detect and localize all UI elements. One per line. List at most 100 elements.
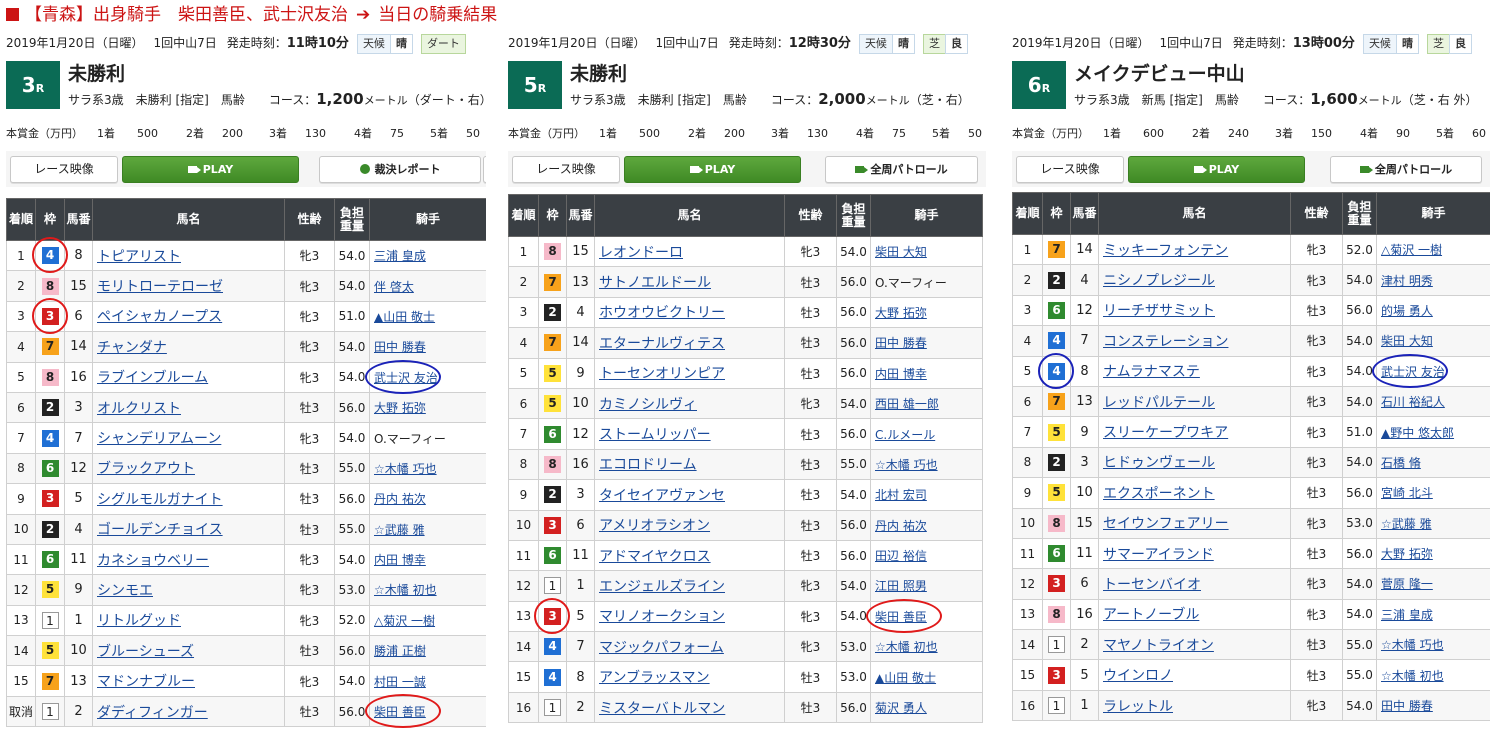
jockey-link[interactable]: 田中 勝春 [374,340,426,354]
horse-name-link[interactable]: マリノオークション [599,609,725,625]
horse-name-link[interactable]: ダディフィンガー [97,705,208,721]
horse-name-link[interactable]: マドンナブルー [97,674,195,690]
jockey-link[interactable]: 内田 博幸 [875,367,927,381]
play-button[interactable]: PLAY [122,156,299,183]
horse-name-link[interactable]: トーセンオリンピア [599,366,725,382]
jockey-link[interactable]: ▲野中 悠太郎 [1381,426,1454,440]
horse-name-link[interactable]: ナムラナマステ [1103,364,1200,380]
jockey-link[interactable]: 丹内 祐次 [875,519,927,533]
horse-name-link[interactable]: シンモエ [97,583,153,599]
jockey-link[interactable]: 柴田 善臣 [374,705,426,719]
jockey-link[interactable]: 宮崎 北斗 [1381,486,1433,500]
horse-name-link[interactable]: エコロドリーム [599,457,697,473]
horse-name-link[interactable]: ペイシャカノープス [97,309,222,325]
horse-name-link[interactable]: コンステレーション [1103,334,1228,350]
jockey-link[interactable]: 的場 勇人 [1381,304,1433,318]
horse-name-link[interactable]: トーセンバイオ [1103,577,1201,593]
horse-name-link[interactable]: タイセイアヴァンセ [599,488,725,504]
jockey-link[interactable]: ☆武藤 雅 [1381,517,1432,531]
jockey-link[interactable]: 田辺 裕信 [875,549,927,563]
jockey-link[interactable]: ▲山田 敬士 [374,310,435,324]
jockey-link[interactable]: ☆木幡 巧也 [374,462,437,476]
stewards-report-button[interactable]: 裁決レポート [319,156,481,183]
jockey-link[interactable]: 三浦 皇成 [374,249,426,263]
horse-name-link[interactable]: アートノーブル [1103,607,1199,623]
play-button[interactable]: PLAY [1128,156,1305,183]
jockey-link[interactable]: ☆木幡 初也 [875,640,938,654]
jockey-link[interactable]: △菊沢 一樹 [374,614,435,628]
horse-name-link[interactable]: リトルグッド [97,613,181,629]
horse-name-link[interactable]: エターナルヴィテス [599,336,725,352]
jockey-link[interactable]: ☆木幡 初也 [374,583,437,597]
patrol-video-button[interactable]: 全周パトロール [825,156,978,183]
jockey-link[interactable]: 石川 裕紀人 [1381,395,1445,409]
jockey-link[interactable]: 内田 博幸 [374,553,426,567]
jockey-link[interactable]: 武士沢 友治 [374,371,438,385]
horse-name-link[interactable]: モリトローテローゼ [97,279,223,295]
jockey-link[interactable]: 菅原 隆一 [1381,577,1433,591]
horse-name-link[interactable]: サトノエルドール [599,275,711,291]
horse-name-link[interactable]: ゴールデンチョイス [97,522,223,538]
jockey-link[interactable]: △菊沢 一樹 [1381,243,1442,257]
horse-name-link[interactable]: シャンデリアムーン [97,431,221,447]
jockey-link[interactable]: 田中 勝春 [1381,699,1433,713]
horse-name-link[interactable]: ラレットル [1103,699,1173,715]
jockey-link[interactable]: 大野 拓弥 [875,306,927,320]
horse-name-link[interactable]: トピアリスト [97,249,181,265]
horse-name-link[interactable]: マヤノトライオン [1103,638,1214,654]
horse-name-link[interactable]: スリーケープワキア [1103,425,1228,441]
horse-name-link[interactable]: ミッキーフォンテン [1103,243,1228,259]
horse-name-link[interactable]: エンジェルズライン [599,579,725,595]
jockey-link[interactable]: 村田 一誠 [374,675,426,689]
jockey-link[interactable]: 江田 照男 [875,579,927,593]
jockey-link[interactable]: 柴田 大知 [1381,334,1433,348]
jockey-link[interactable]: ☆木幡 巧也 [1381,638,1444,652]
more-button[interactable] [483,156,486,183]
jockey-link[interactable]: 柴田 大知 [875,245,927,259]
horse-name-link[interactable]: ミスターバトルマン [599,701,725,717]
horse-name-link[interactable]: チャンダナ [97,340,167,356]
horse-name-link[interactable]: ホウオウビクトリー [599,305,725,321]
horse-name-link[interactable]: サマーアイランド [1103,547,1214,563]
jockey-link[interactable]: ☆武藤 雅 [374,523,425,537]
jockey-link[interactable]: 津村 明秀 [1381,274,1433,288]
horse-name-link[interactable]: セイウンフェアリー [1103,516,1229,532]
horse-name-link[interactable]: レッドパルテール [1103,395,1215,411]
jockey-link[interactable]: ☆木幡 初也 [1381,669,1444,683]
horse-name-link[interactable]: ブラックアウト [97,461,195,477]
jockey-link[interactable]: 石橋 脩 [1381,456,1421,470]
horse-name-link[interactable]: ヒドゥンヴェール [1103,455,1215,471]
horse-name-link[interactable]: マジックパフォーム [599,640,724,656]
horse-name-link[interactable]: ラブインブルーム [97,370,208,386]
horse-name-link[interactable]: リーチザサミット [1103,303,1215,319]
patrol-video-button[interactable]: 全周パトロール [1330,156,1482,183]
jockey-link[interactable]: 丹内 祐次 [374,492,426,506]
horse-name-link[interactable]: カネショウベリー [97,553,209,569]
jockey-link[interactable]: 柴田 善臣 [875,610,927,624]
horse-name-link[interactable]: レオンドーロ [599,245,683,261]
jockey-link[interactable]: 大野 拓弥 [374,401,426,415]
play-button[interactable]: PLAY [624,156,801,183]
horse-name-link[interactable]: エクスポーネント [1103,486,1215,502]
horse-name-link[interactable]: アドマイヤクロス [599,549,711,565]
race-video-button[interactable]: レース映像 [10,156,118,183]
jockey-link[interactable]: ▲山田 敬士 [875,671,936,685]
jockey-link[interactable]: 菊沢 勇人 [875,701,927,715]
jockey-link[interactable]: 伴 啓太 [374,280,414,294]
race-video-button[interactable]: レース映像 [1016,156,1124,183]
jockey-link[interactable]: C.ルメール [875,428,935,442]
jockey-link[interactable]: ☆木幡 巧也 [875,458,938,472]
horse-name-link[interactable]: アンブラッスマン [599,670,710,686]
horse-name-link[interactable]: オルクリスト [97,401,181,417]
horse-name-link[interactable]: アメリオラシオン [599,518,710,534]
horse-name-link[interactable]: シグルモルガナイト [97,492,223,508]
race-video-button[interactable]: レース映像 [512,156,620,183]
horse-name-link[interactable]: ブルーシューズ [97,644,194,660]
jockey-link[interactable]: 三浦 皇成 [1381,608,1433,622]
horse-name-link[interactable]: ニシノプレジール [1103,273,1215,289]
horse-name-link[interactable]: ウインロノ [1103,668,1173,684]
jockey-link[interactable]: 北村 宏司 [875,488,927,502]
jockey-link[interactable]: 勝浦 正樹 [374,644,426,658]
horse-name-link[interactable]: ストームリッパー [599,427,711,443]
jockey-link[interactable]: 西田 雄一郎 [875,397,939,411]
